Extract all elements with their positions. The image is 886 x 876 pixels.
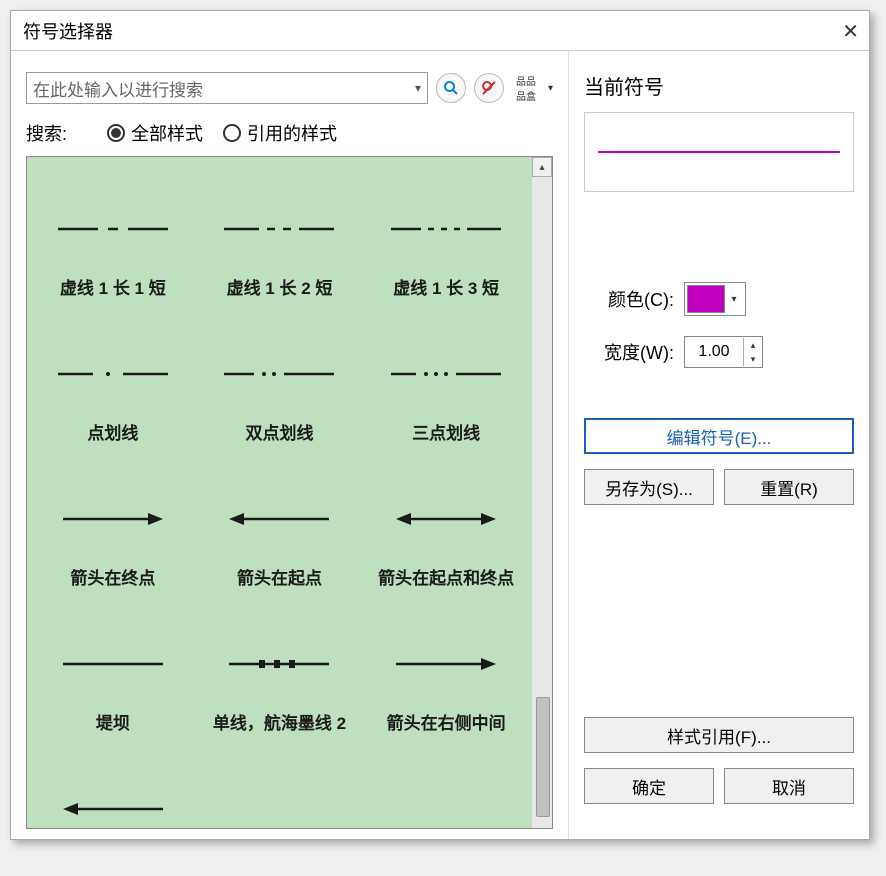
symbol-label: 箭头在起点 (237, 570, 322, 589)
scroll-up-icon[interactable]: ▴ (532, 157, 552, 177)
list-view-icon[interactable]: 品品 品盒 (512, 71, 540, 105)
search-placeholder: 在此处输入以进行搜索 (33, 76, 203, 101)
symbol-cell[interactable]: 单线，航海墨线 2 (199, 602, 361, 742)
radio-all-styles[interactable]: 全部样式 (107, 120, 203, 146)
symbol-grid-scroll[interactable]: 虚线 1 长 1 短 虚线 1 长 2 短 虚线 (27, 157, 532, 828)
filter-label: 搜索: (26, 120, 67, 146)
color-swatch (687, 285, 725, 313)
filter-radio-row: 搜索: 全部样式 引用的样式 (26, 120, 553, 146)
current-symbol-preview (584, 112, 854, 192)
preview-line (598, 151, 839, 153)
spinner-up-icon[interactable]: ▴ (744, 338, 762, 352)
symbol-preview (370, 612, 522, 715)
current-symbol-title: 当前符号 (584, 71, 854, 100)
symbol-cell[interactable]: 虚线 1 长 3 短 (365, 167, 527, 307)
symbol-cell[interactable]: 箭头在左侧中间 (32, 747, 194, 828)
symbol-preview (37, 177, 189, 280)
symbol-preview (370, 322, 522, 425)
symbol-cell[interactable]: 箭头在终点 (32, 457, 194, 597)
symbol-label: 箭头在终点 (70, 570, 155, 589)
symbol-cell[interactable]: 点划线 (32, 312, 194, 452)
symbol-preview (370, 177, 522, 280)
symbol-preview (37, 322, 189, 425)
symbol-label: 双点划线 (245, 425, 313, 444)
symbol-label: 虚线 1 长 2 短 (227, 280, 333, 299)
symbol-cell[interactable]: 箭头在右侧中间 (365, 602, 527, 742)
symbol-cell[interactable]: 虚线 1 长 2 短 (199, 167, 361, 307)
symbol-preview (204, 177, 356, 280)
symbol-preview (370, 467, 522, 570)
width-field-row: 宽度(W): ▴ ▾ (584, 336, 854, 368)
symbol-cell[interactable]: 堤坝 (32, 602, 194, 742)
dialog-title: 符号选择器 (23, 18, 113, 44)
left-panel: 在此处输入以进行搜索 ▾ 品品 品盒 ▾ 搜索: (11, 51, 569, 839)
scroll-thumb[interactable] (536, 697, 550, 817)
search-input[interactable]: 在此处输入以进行搜索 ▾ (26, 72, 428, 104)
titlebar: 符号选择器 ✕ (11, 11, 869, 51)
spinner-down-icon[interactable]: ▾ (744, 352, 762, 366)
chevron-down-icon[interactable]: ▾ (415, 81, 421, 95)
symbol-label: 箭头在起点和终点 (378, 570, 514, 589)
edit-symbol-button[interactable]: 编辑符号(E)... (584, 418, 854, 454)
symbol-preview (204, 322, 356, 425)
clear-search-icon[interactable] (474, 73, 504, 103)
symbol-cell[interactable]: 虚线 1 长 1 短 (32, 167, 194, 307)
symbol-preview (204, 467, 356, 570)
symbol-cell[interactable]: 箭头在起点 (199, 457, 361, 597)
symbol-cell[interactable]: 箭头在起点和终点 (365, 457, 527, 597)
symbol-preview (37, 757, 189, 828)
symbol-label: 点划线 (87, 425, 138, 444)
symbol-preview (204, 612, 356, 715)
color-field-row: 颜色(C): ▾ (584, 282, 854, 316)
radio-unchecked-icon (223, 124, 241, 142)
symbol-cell[interactable]: 双点划线 (199, 312, 361, 452)
symbol-selector-dialog: 符号选择器 ✕ 在此处输入以进行搜索 ▾ 品品 品盒 ▾ (10, 10, 870, 840)
color-dropdown[interactable]: ▾ (684, 282, 746, 316)
style-reference-button[interactable]: 样式引用(F)... (584, 717, 854, 753)
symbol-grid-container: 虚线 1 长 1 短 虚线 1 长 2 短 虚线 (26, 156, 553, 829)
symbol-label: 箭头在右侧中间 (387, 715, 506, 734)
reset-button[interactable]: 重置(R) (724, 469, 854, 505)
width-spinner[interactable]: ▴ ▾ (684, 336, 763, 368)
radio-all-label: 全部样式 (131, 120, 203, 146)
search-icon[interactable] (436, 73, 466, 103)
symbol-label: 堤坝 (96, 715, 130, 734)
radio-referenced-label: 引用的样式 (247, 120, 337, 146)
save-as-button[interactable]: 另存为(S)... (584, 469, 714, 505)
width-input[interactable] (685, 343, 743, 361)
view-menu-arrow[interactable]: ▾ (548, 83, 553, 94)
scrollbar[interactable]: ▴ (532, 157, 552, 828)
right-panel: 当前符号 颜色(C): ▾ 宽度(W): ▴ ▾ (569, 51, 869, 839)
symbol-label: 单线，航海墨线 2 (213, 715, 346, 734)
width-label: 宽度(W): (584, 339, 674, 365)
dialog-content: 在此处输入以进行搜索 ▾ 品品 品盒 ▾ 搜索: (11, 51, 869, 839)
symbol-grid: 虚线 1 长 1 短 虚线 1 长 2 短 虚线 (32, 167, 527, 828)
symbol-label: 三点划线 (412, 425, 480, 444)
symbol-preview (37, 467, 189, 570)
symbol-label: 虚线 1 长 3 短 (393, 280, 499, 299)
close-icon[interactable]: ✕ (842, 19, 859, 44)
radio-checked-icon (107, 124, 125, 142)
cancel-button[interactable]: 取消 (724, 768, 854, 804)
ok-button[interactable]: 确定 (584, 768, 714, 804)
symbol-label: 虚线 1 长 1 短 (60, 280, 166, 299)
radio-referenced-styles[interactable]: 引用的样式 (223, 120, 337, 146)
search-row: 在此处输入以进行搜索 ▾ 品品 品盒 ▾ (26, 71, 553, 105)
symbol-cell[interactable]: 三点划线 (365, 312, 527, 452)
chevron-down-icon: ▾ (725, 294, 743, 305)
symbol-preview (37, 612, 189, 715)
color-label: 颜色(C): (584, 286, 674, 312)
